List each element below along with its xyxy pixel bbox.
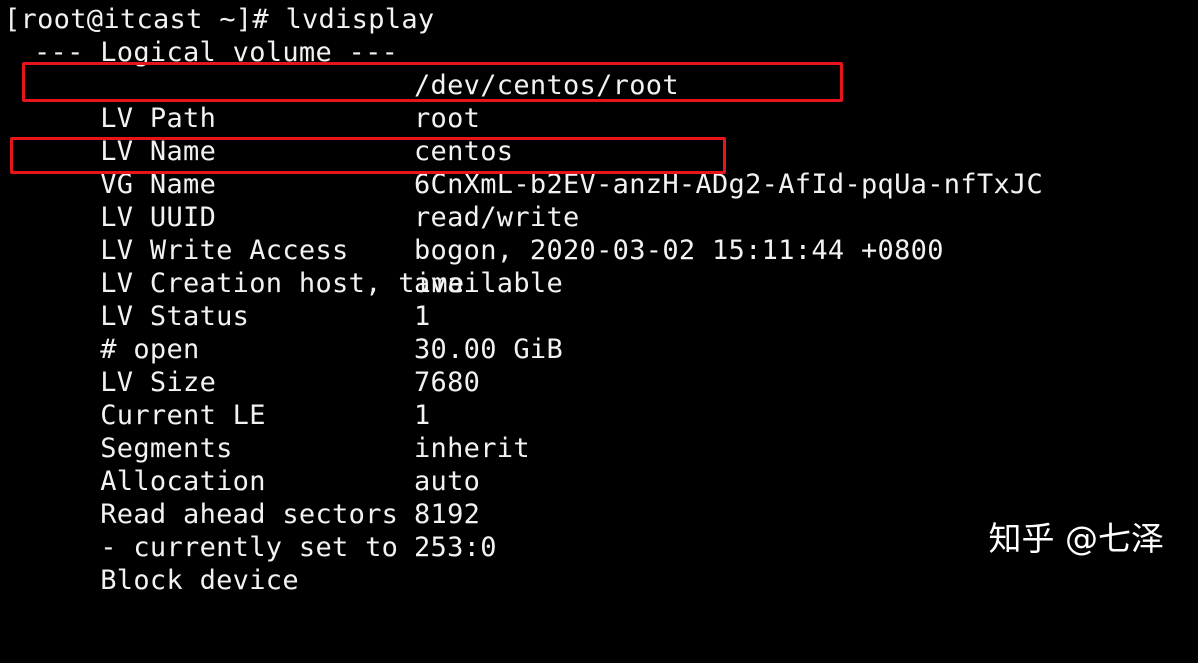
field-value: bogon, 2020-03-02 15:11:44 +0800 [414, 235, 944, 266]
field-row-block-device: Block device 253:0 [34, 531, 496, 596]
field-row-currently-set-to: - currently set to 8192 [34, 498, 480, 563]
highlight-box-vg-name [10, 137, 726, 174]
field-label: Block device [100, 565, 299, 596]
field-row-lv-creation: LV Creation host, time bogon, 2020-03-02… [34, 234, 943, 299]
field-value: inherit [414, 433, 530, 464]
field-row-current-le: Current LE 7680 [34, 366, 480, 431]
field-value: root [414, 103, 481, 134]
watermark: 知乎 @七泽 [988, 519, 1165, 558]
field-row-open: # open 1 [34, 300, 430, 365]
field-value: 7680 [414, 367, 481, 398]
highlight-box-lv-path [22, 62, 843, 102]
field-row-lv-status: LV Status available [34, 267, 562, 332]
field-value: auto [414, 466, 481, 497]
field-row-lv-size: LV Size 30.00 GiB [34, 333, 562, 398]
field-value: 8192 [414, 499, 481, 530]
field-value: read/write [414, 202, 580, 233]
field-row-lv-write-access: LV Write Access read/write [34, 201, 579, 266]
field-value: 30.00 GiB [414, 334, 563, 365]
terminal-window[interactable]: [root@itcast ~]# lvdisplay --- Logical v… [0, 0, 1198, 596]
field-value: 1 [414, 301, 431, 332]
field-row-lv-name: LV Name root [34, 102, 480, 167]
field-value: available [414, 268, 563, 299]
field-row-allocation: Allocation inherit [34, 432, 529, 497]
field-value: 253:0 [414, 532, 497, 563]
field-row-read-ahead: Read ahead sectors auto [34, 465, 480, 530]
command-prompt-line: [root@itcast ~]# lvdisplay [4, 4, 435, 35]
field-value: 1 [414, 400, 431, 431]
field-row-segments: Segments 1 [34, 399, 430, 464]
